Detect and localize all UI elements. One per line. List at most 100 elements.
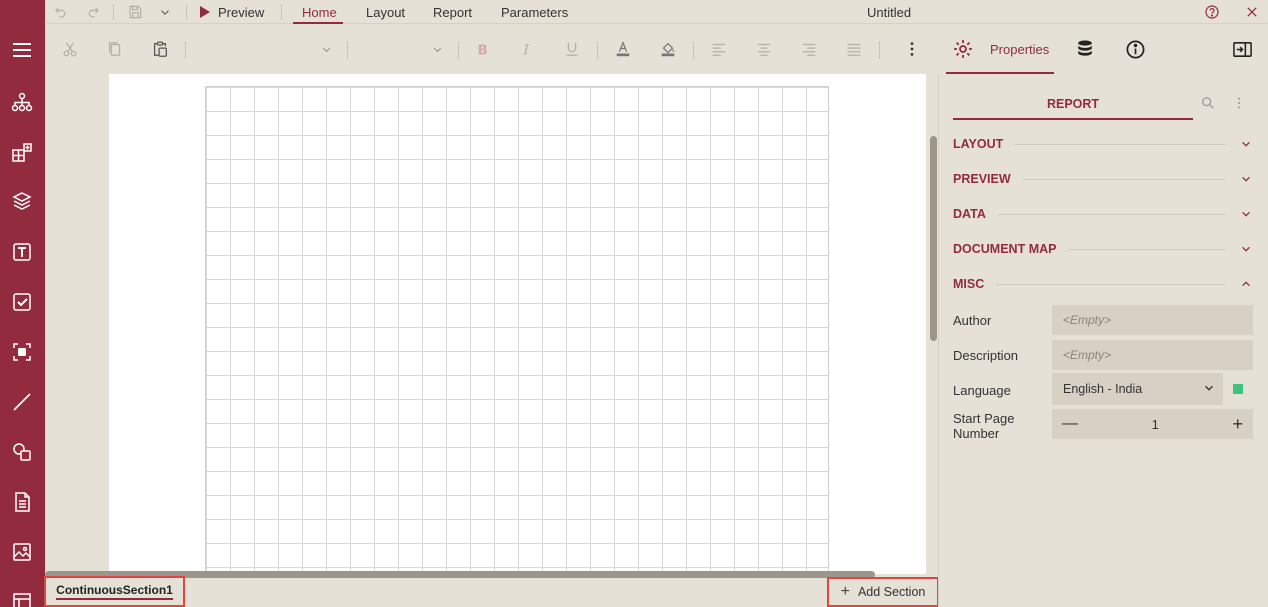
section-title: MISC: [953, 277, 985, 291]
author-label: Author: [953, 313, 992, 328]
cut-icon[interactable]: [60, 39, 80, 59]
report-explorer-icon[interactable]: [8, 88, 36, 116]
image-frame-icon[interactable]: [8, 338, 36, 366]
divider: [1022, 178, 1225, 180]
separator: [693, 41, 694, 59]
separator: [458, 41, 459, 59]
section-tab-label: ContinuousSection1: [56, 583, 173, 600]
font-color-icon[interactable]: [613, 39, 633, 59]
section-preview[interactable]: PREVIEW: [953, 169, 1253, 189]
section-title: LAYOUT: [953, 137, 1004, 151]
start-page-number-label: Start Page Number: [953, 411, 1014, 441]
section-tab-continuoussection1[interactable]: ContinuousSection1: [44, 576, 185, 607]
add-section-label: Add Section: [857, 585, 926, 599]
divider: [997, 213, 1225, 215]
chevron-down-icon: [1239, 242, 1253, 256]
section-document-map[interactable]: DOCUMENT MAP: [953, 239, 1253, 259]
report-tab[interactable]: REPORT: [953, 94, 1193, 120]
copy-icon[interactable]: [105, 39, 125, 59]
paste-icon[interactable]: [150, 39, 170, 59]
chevron-up-icon: [1239, 277, 1253, 291]
redo-icon[interactable]: [84, 2, 104, 22]
tab-report[interactable]: Report: [433, 0, 472, 24]
section-title: PREVIEW: [953, 172, 1011, 186]
underline-icon[interactable]: [562, 39, 582, 59]
checkbox-icon[interactable]: [8, 288, 36, 316]
separator: [185, 41, 186, 59]
language-label: Language: [953, 383, 1011, 398]
tab-layout[interactable]: Layout: [366, 0, 405, 24]
description-label: Description: [953, 348, 1019, 363]
separator: [113, 4, 114, 20]
save-dropdown-chevron-icon[interactable]: [155, 2, 175, 22]
preview-button[interactable]: Preview: [200, 0, 264, 24]
bold-icon[interactable]: B: [472, 39, 492, 59]
design-canvas[interactable]: [45, 74, 927, 574]
shapes-icon[interactable]: [8, 438, 36, 466]
chevron-down-icon: [1239, 137, 1253, 151]
collapse-panel-button[interactable]: [1232, 24, 1253, 74]
align-justify-icon[interactable]: [844, 39, 864, 59]
chevron-down-icon: [1239, 207, 1253, 221]
font-size-dropdown-chevron-icon[interactable]: [427, 39, 447, 59]
info-tab[interactable]: [1125, 24, 1146, 74]
start-page-number-value[interactable]: 1: [1152, 417, 1159, 432]
section-data[interactable]: DATA: [953, 204, 1253, 224]
increment-button[interactable]: +: [1232, 414, 1243, 435]
chevron-down-icon: [1203, 382, 1215, 397]
description-input[interactable]: <Empty>: [1052, 340, 1253, 370]
design-grid[interactable]: [205, 86, 829, 574]
section-layout[interactable]: LAYOUT: [953, 134, 1253, 154]
divider: [996, 283, 1225, 285]
separator: [347, 41, 348, 59]
help-icon[interactable]: [1202, 2, 1222, 22]
properties-panel: REPORT LAYOUT PREVIEW DATA DOCUMENT MAP …: [938, 74, 1268, 607]
section-misc[interactable]: MISC: [953, 274, 1253, 294]
preview-label: Preview: [218, 4, 265, 20]
hamburger-menu-icon[interactable]: [8, 36, 36, 64]
start-page-number-stepper[interactable]: — 1 +: [1052, 409, 1253, 439]
gear-icon: [954, 40, 972, 58]
panel-more-options-icon[interactable]: [1232, 96, 1246, 113]
divider: [1068, 248, 1225, 250]
save-icon[interactable]: [125, 2, 145, 22]
properties-tab[interactable]: Properties: [952, 24, 1049, 74]
fill-color-icon[interactable]: [658, 39, 678, 59]
document-title: Untitled: [867, 4, 912, 20]
vertical-scrollbar-thumb[interactable]: [930, 136, 937, 341]
tab-parameters[interactable]: Parameters: [501, 0, 568, 24]
tab-home[interactable]: Home: [302, 0, 337, 24]
line-icon[interactable]: [8, 388, 36, 416]
align-right-icon[interactable]: [799, 39, 819, 59]
document-icon[interactable]: [8, 488, 36, 516]
text-box-icon[interactable]: [8, 238, 36, 266]
add-section-button[interactable]: + Add Section: [827, 577, 939, 607]
language-status-indicator: [1233, 384, 1243, 394]
svg-text:B: B: [478, 42, 488, 58]
layers-icon[interactable]: [8, 187, 36, 215]
author-input[interactable]: <Empty>: [1052, 305, 1253, 335]
align-left-icon[interactable]: [709, 39, 729, 59]
database-icon: [1078, 40, 1092, 56]
info-icon: [1126, 40, 1145, 58]
separator: [186, 4, 187, 20]
start-page-label-line1: Start Page: [953, 411, 1015, 426]
undo-icon[interactable]: [50, 2, 70, 22]
italic-icon[interactable]: I: [517, 39, 537, 59]
report-page[interactable]: [109, 74, 926, 574]
svg-text:I: I: [522, 42, 529, 58]
divider: [1015, 143, 1225, 145]
start-page-label-line2: Number: [953, 426, 1000, 441]
search-icon[interactable]: [1201, 96, 1215, 113]
font-family-dropdown-chevron-icon[interactable]: [316, 39, 336, 59]
data-grid-add-icon[interactable]: [8, 138, 36, 166]
align-center-icon[interactable]: [754, 39, 774, 59]
language-select[interactable]: English - India: [1052, 373, 1223, 405]
image-icon[interactable]: [8, 538, 36, 566]
more-options-icon[interactable]: [902, 39, 922, 59]
decrement-button[interactable]: —: [1062, 415, 1078, 433]
close-icon[interactable]: [1242, 2, 1262, 22]
chevron-down-icon: [1239, 172, 1253, 186]
data-sources-tab[interactable]: [1075, 24, 1095, 74]
table-icon[interactable]: [8, 588, 36, 607]
